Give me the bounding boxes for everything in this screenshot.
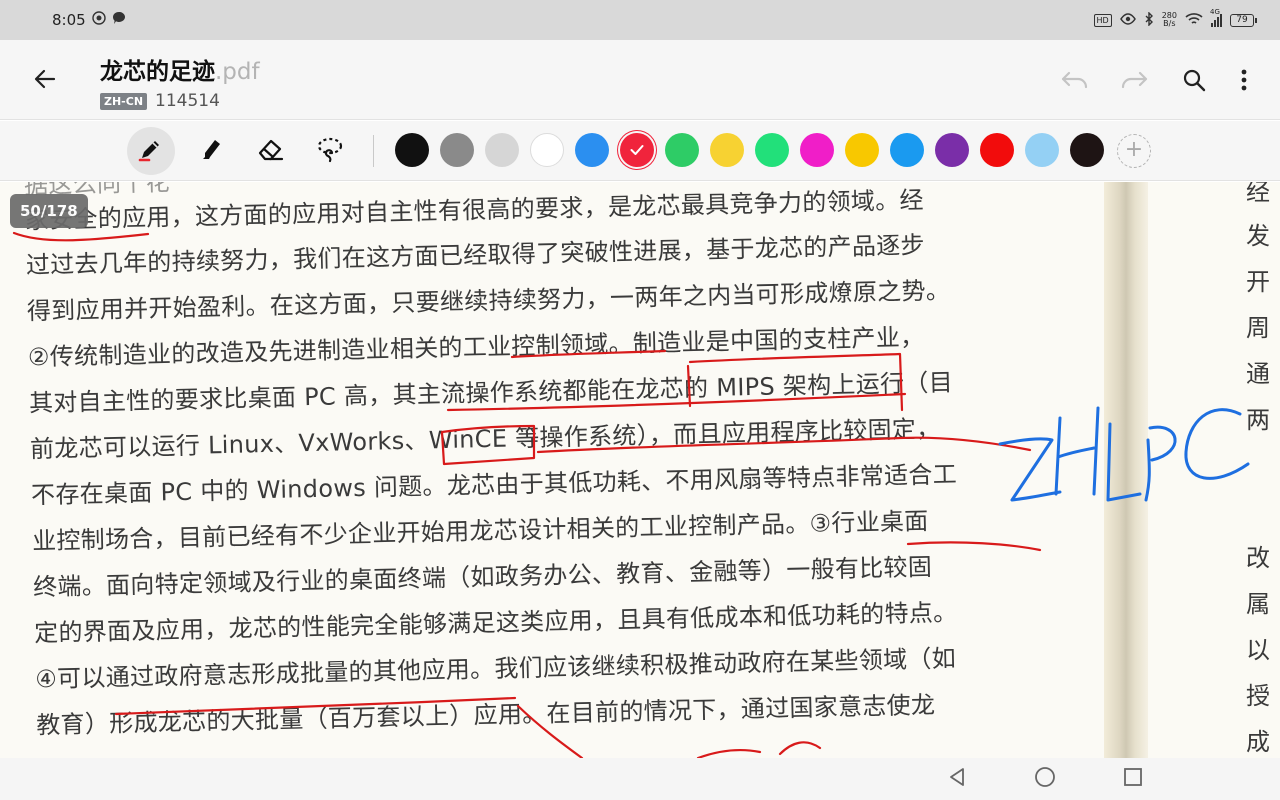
color-swatch[interactable] <box>845 133 879 167</box>
signal-icon: 4G <box>1210 8 1222 27</box>
document-title: 龙芯的足迹.pdf <box>100 59 260 85</box>
color-swatch[interactable] <box>710 133 744 167</box>
highlighter-icon <box>197 135 225 167</box>
back-button[interactable] <box>24 60 66 102</box>
text-line: 业控制场合，目前已经有不少企业开始用龙芯设计相关的工业控制产品。③行业桌面 <box>31 507 929 556</box>
nav-recents-button[interactable] <box>1118 766 1148 792</box>
color-swatch[interactable] <box>800 133 834 167</box>
square-recents-icon <box>1123 767 1143 791</box>
wifi-icon <box>1185 12 1203 29</box>
eraser-icon <box>256 135 286 167</box>
color-swatch[interactable] <box>665 133 699 167</box>
notification-icon <box>91 11 106 29</box>
language-badge: ZH-CN <box>100 92 148 110</box>
status-bar: 8:05 HD 280 B/s 4G 79 <box>0 0 1280 40</box>
lasso-tool-button[interactable] <box>307 127 355 175</box>
hd-badge: HD <box>1093 13 1112 27</box>
color-swatch[interactable] <box>980 133 1014 167</box>
search-icon <box>1182 68 1206 96</box>
pen-icon <box>137 135 165 167</box>
color-swatch[interactable] <box>935 133 969 167</box>
annotation-toolbar: + <box>0 121 1280 181</box>
next-page-char: 以 <box>1246 636 1270 664</box>
next-page-char: 通 <box>1246 360 1270 388</box>
bluetooth-icon <box>1144 10 1154 29</box>
lasso-icon <box>316 135 346 167</box>
battery-icon: 79 <box>1230 13 1257 27</box>
circle-home-icon <box>1034 766 1056 792</box>
document-extension: .pdf <box>215 59 260 85</box>
eye-icon <box>1119 12 1136 28</box>
next-page-char: 发 <box>1246 222 1270 250</box>
color-swatch[interactable] <box>1025 133 1059 167</box>
next-page-char: 成 <box>1246 728 1270 756</box>
chat-icon <box>112 11 126 29</box>
page-text: 据这么同个花 家安全的应用，这方面的应用对自主性有很高的要求，是龙芯最具竞争力的领… <box>0 182 1113 758</box>
color-swatch[interactable] <box>395 133 429 167</box>
plus-icon: + <box>1124 137 1144 162</box>
next-page-char: 改 <box>1246 544 1270 572</box>
color-swatch[interactable] <box>485 133 519 167</box>
add-color-button[interactable]: + <box>1117 134 1151 168</box>
nav-back-button[interactable] <box>942 766 972 792</box>
pen-tool-button[interactable] <box>127 127 175 175</box>
text-line: 前龙芯可以运行 Linux、VxWorks、WinCE 等操作系统），而且应用程… <box>29 414 941 464</box>
next-page-char: 经 <box>1246 182 1270 206</box>
color-swatch[interactable] <box>530 133 564 167</box>
next-page-char: 属 <box>1246 590 1270 618</box>
document-id: 114514 <box>155 91 220 111</box>
text-line: 教育）形成龙芯的大批量（百万套以上）应用。在目前的情况下，通过国家意志使龙 <box>36 690 936 740</box>
color-swatch[interactable] <box>1070 133 1104 167</box>
text-line: 定的界面及应用，龙芯的性能完全能够满足这类应用，且具有低成本和低功耗的特点。 <box>33 598 958 648</box>
network-speed: 280 B/s <box>1161 11 1177 28</box>
text-line: 其对自主性的要求比桌面 PC 高，其主流操作系统都能在龙芯的 MIPS 架构上运… <box>28 368 954 418</box>
redo-button[interactable] <box>1114 62 1154 102</box>
pdf-viewport[interactable]: 据这么同个花 家安全的应用，这方面的应用对自主性有很高的要求，是龙芯最具竞争力的领… <box>0 182 1280 758</box>
color-swatch[interactable] <box>575 133 609 167</box>
undo-icon <box>1061 70 1089 94</box>
triangle-back-icon <box>948 767 966 791</box>
text-line: ②传统制造业的改造及先进制造业相关的工业控制领域。制造业是中国的支柱产业， <box>27 323 925 372</box>
color-swatch[interactable] <box>440 133 474 167</box>
next-page-text: 经发开周通两改属以授成 <box>1246 182 1280 758</box>
nav-home-button[interactable] <box>1030 766 1060 792</box>
status-time: 8:05 <box>52 11 86 29</box>
page-indicator: 50/178 <box>10 194 88 228</box>
next-page-char: 授 <box>1246 682 1270 710</box>
undo-button[interactable] <box>1055 62 1095 102</box>
color-swatch[interactable] <box>755 133 789 167</box>
system-nav-bar <box>0 758 1280 800</box>
search-button[interactable] <box>1174 62 1214 102</box>
color-swatch[interactable] <box>890 133 924 167</box>
more-vertical-icon <box>1241 69 1247 95</box>
color-swatch[interactable] <box>620 133 654 167</box>
next-page-char: 两 <box>1246 406 1270 434</box>
checkmark-icon <box>630 141 644 160</box>
document-title-block: 龙芯的足迹.pdf ZH-CN 114514 <box>100 52 260 111</box>
app-header: 龙芯的足迹.pdf ZH-CN 114514 <box>0 40 1280 120</box>
text-line: ④可以通过政府意志形成批量的其他应用。我们应该继续积极推动政府在某些领域（如 <box>34 644 957 694</box>
text-line: 得到应用并开始盈利。在这方面，只要继续持续努力，一两年之内当可形成燎原之势。 <box>26 276 951 326</box>
redo-icon <box>1120 70 1148 94</box>
arrow-left-icon <box>33 67 57 95</box>
eraser-tool-button[interactable] <box>247 127 295 175</box>
text-line: 终端。面向特定领域及行业的桌面终端（如政务办公、教育、金融等）一般有比较固 <box>32 552 933 602</box>
toolbar-divider <box>373 135 374 167</box>
text-line: 过过去几年的持续努力，我们在这方面已经取得了突破性进展，基于龙芯的产品逐步 <box>25 231 926 280</box>
next-page-char: 开 <box>1246 268 1270 296</box>
text-line: 不存在桌面 PC 中的 Windows 问题。龙芯由于其低功耗、不用风扇等特点非… <box>30 460 958 510</box>
next-page-char: 周 <box>1246 314 1270 342</box>
more-options-button[interactable] <box>1224 62 1264 102</box>
highlighter-tool-button[interactable] <box>187 127 235 175</box>
